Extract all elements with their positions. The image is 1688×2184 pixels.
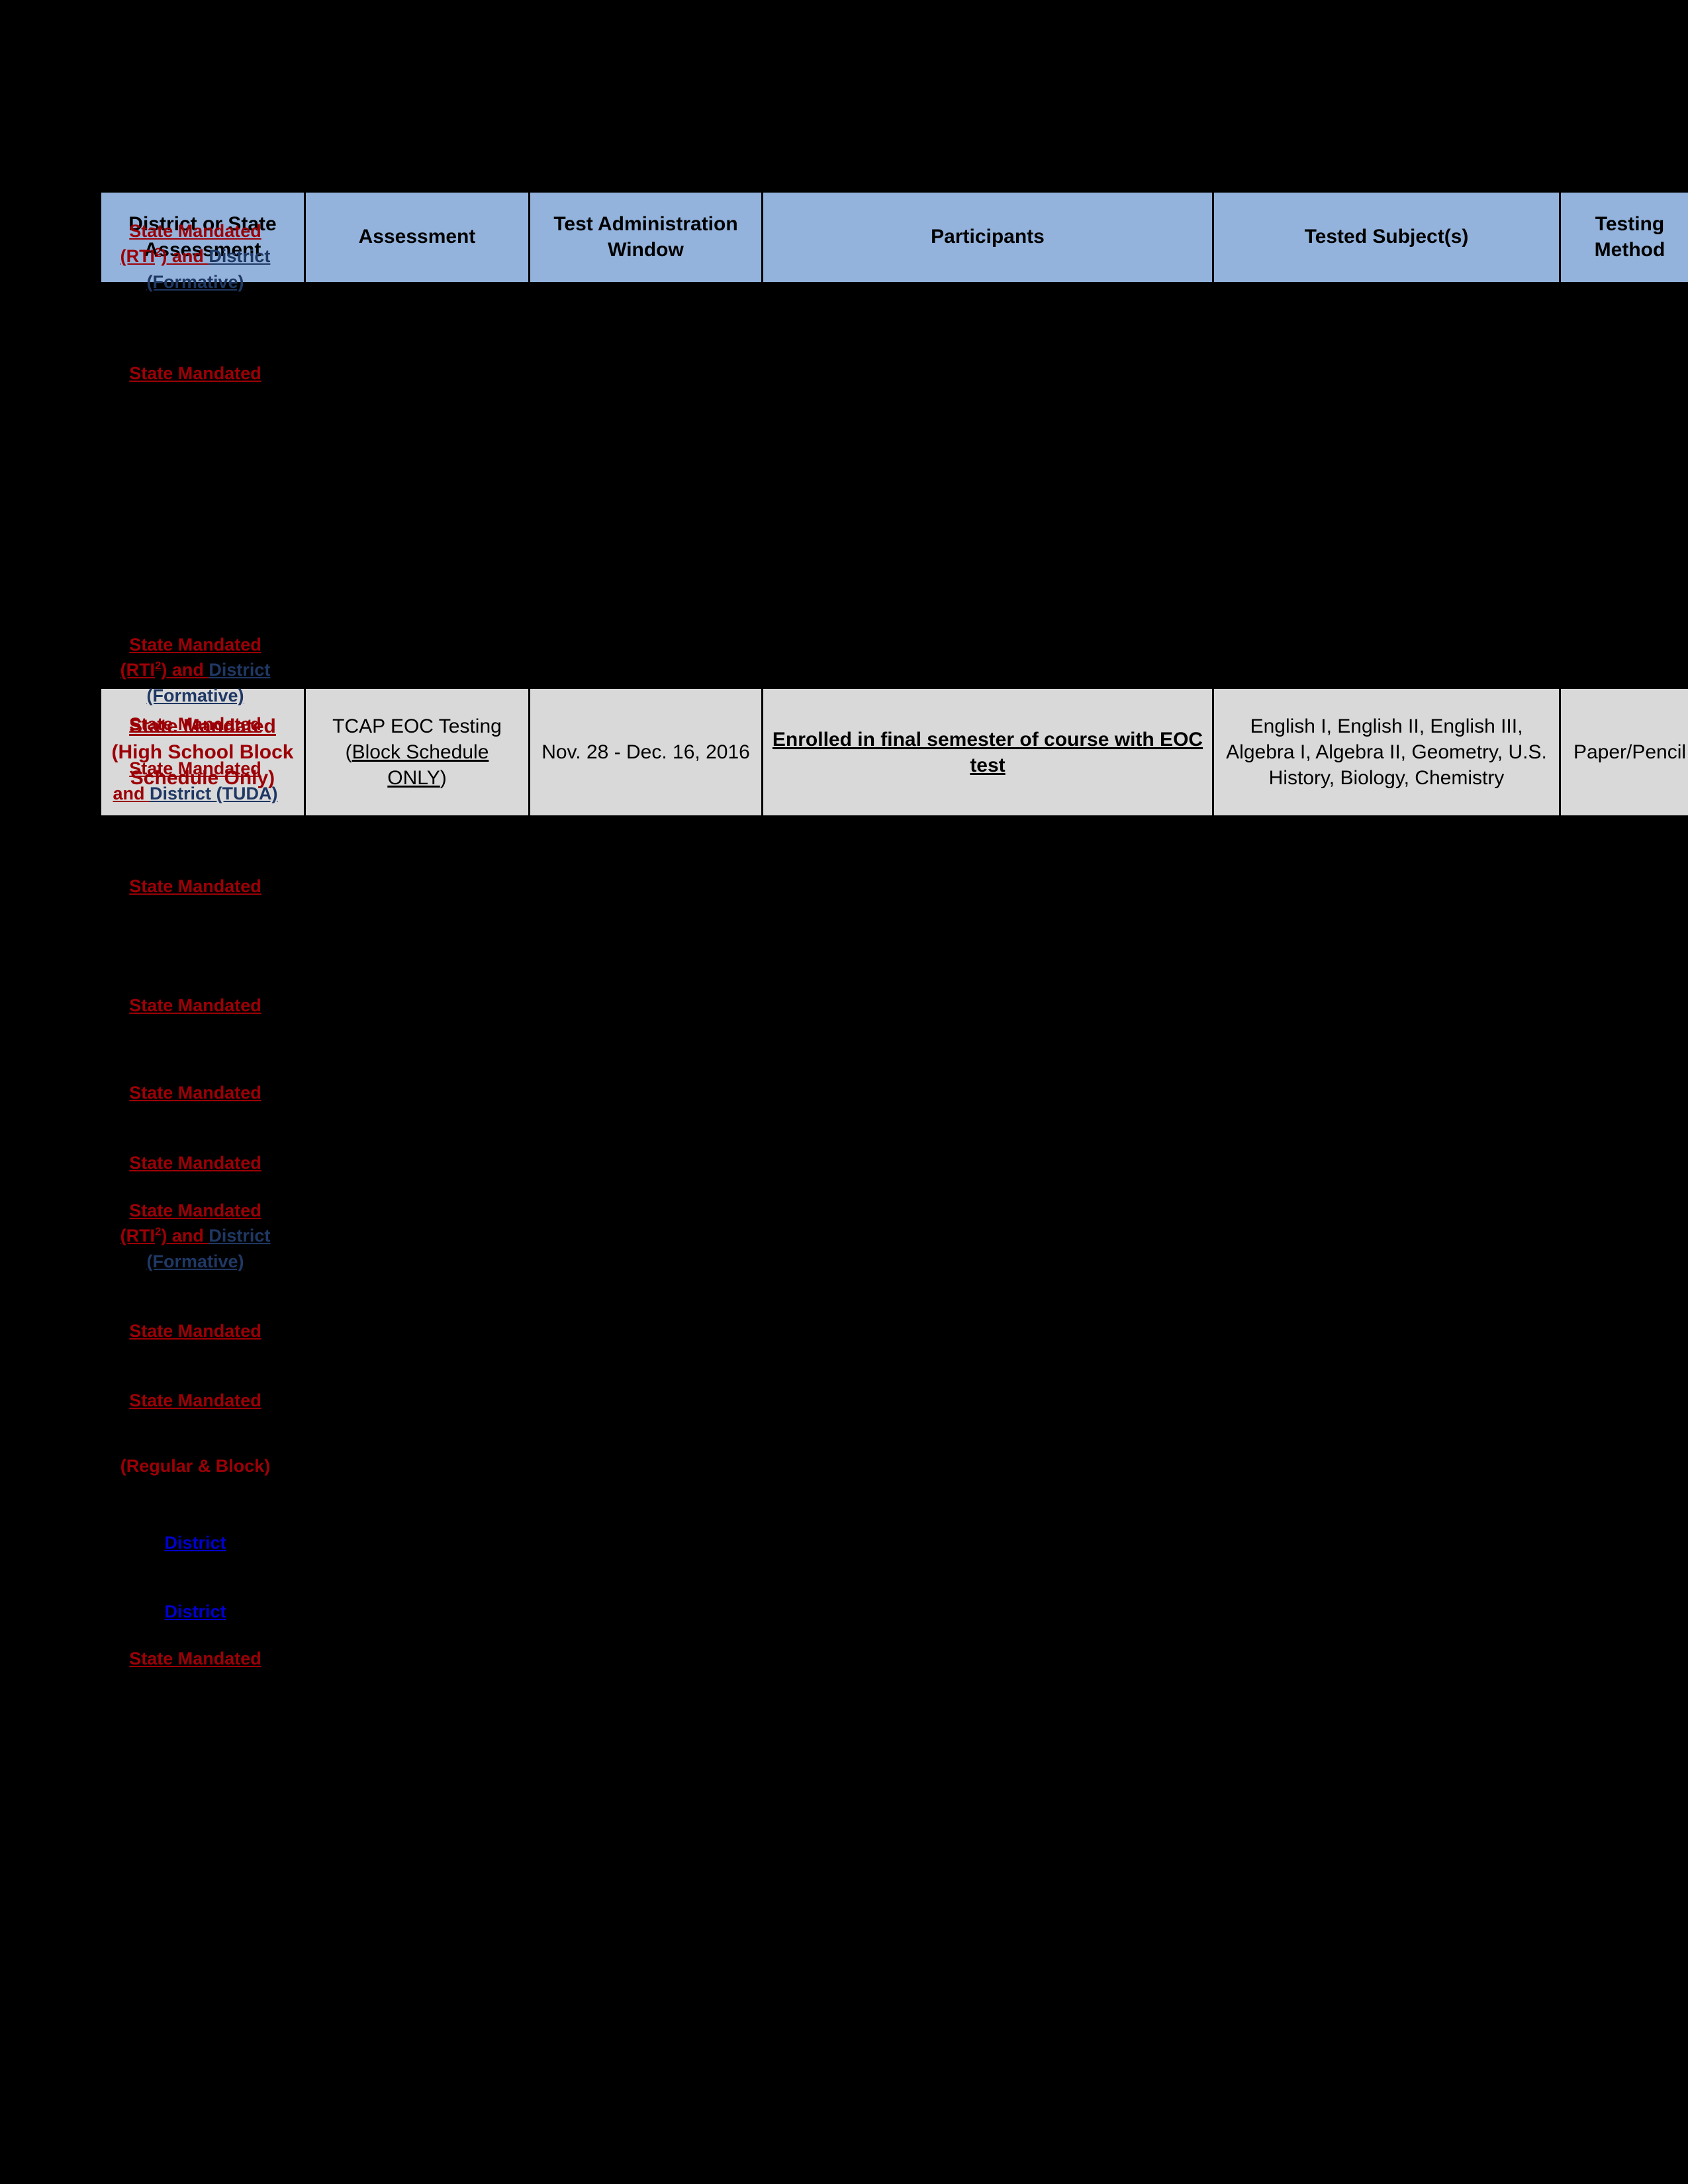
fragment-state-mandated-rti-district-formative: State Mandated (RTI2) and District (Form… <box>99 218 291 295</box>
assessment-paren-open: ( <box>345 741 352 763</box>
fragment-state-mandated: State Mandated <box>99 1646 291 1671</box>
state-mandated-label: State Mandated <box>129 758 261 778</box>
cell-participants: Enrolled in final semester of course wit… <box>761 687 1214 817</box>
state-mandated-label: State Mandated <box>129 221 261 241</box>
state-mandated-label: State Mandated <box>129 635 261 655</box>
column-header-test-administration-window: Test Administration Window <box>528 191 763 284</box>
rti-close-and: ) and <box>161 246 209 267</box>
cell-assessment: TCAP EOC Testing (Block Schedule ONLY) <box>304 687 530 817</box>
state-mandated-label: State Mandated <box>129 363 261 383</box>
assessment-paren-close: ) <box>440 767 447 789</box>
state-mandated-label: State Mandated <box>129 1083 261 1103</box>
fragment-state-mandated-and-district-tuda: State Mandated and District (TUDA) <box>99 756 291 807</box>
cell-testing-method: Paper/Pencil <box>1559 687 1688 817</box>
district-tuda-label: District (TUDA) <box>150 784 278 804</box>
column-header-assessment: Assessment <box>304 191 530 284</box>
page-canvas: District or State Assessment Assessment … <box>0 0 1688 2184</box>
rti-open-paren: (RTI <box>120 246 156 267</box>
column-header-tested-subjects: Tested Subject(s) <box>1212 191 1561 284</box>
district-label: District <box>164 1602 226 1621</box>
fragment-regular-and-block: (Regular & Block) <box>99 1453 291 1479</box>
rti-superscript: 2 <box>155 246 162 259</box>
state-mandated-label: State Mandated <box>129 1321 261 1341</box>
table-header-row: District or State Assessment Assessment … <box>99 191 1688 284</box>
fragment-state-mandated: State Mandated <box>99 1388 291 1413</box>
state-mandated-label: State Mandated <box>129 714 261 734</box>
district-label: District <box>209 246 271 267</box>
fragment-state-mandated-rti-district-formative: State Mandated (RTI2) and District (Form… <box>99 1198 291 1274</box>
formative-label: (Formative) <box>146 271 244 292</box>
district-label: District <box>164 1533 226 1553</box>
district-label: District <box>209 660 271 680</box>
and-connector: and <box>113 784 150 804</box>
rti-superscript: 2 <box>155 659 162 672</box>
rti-superscript: 2 <box>155 1225 162 1238</box>
fragment-state-mandated: State Mandated <box>99 874 291 899</box>
fragment-state-mandated: State Mandated <box>99 1150 291 1175</box>
formative-label: (Formative) <box>146 685 244 705</box>
state-mandated-label: State Mandated <box>129 1649 261 1668</box>
cell-tested-subjects: English I, English II, English III, Alge… <box>1212 687 1561 817</box>
rti-open-paren: (RTI <box>120 1226 156 1246</box>
column-header-participants: Participants <box>761 191 1214 284</box>
assessment-table-data: State Mandated (High School Block Schedu… <box>99 687 1688 817</box>
assessment-only-label: ONLY <box>387 767 440 789</box>
state-mandated-label: State Mandated <box>129 1153 261 1173</box>
fragment-state-mandated: State Mandated <box>99 361 291 386</box>
fragment-state-mandated: State Mandated <box>99 1080 291 1105</box>
state-mandated-label: State Mandated <box>129 876 261 896</box>
rti-open-paren: (RTI <box>120 660 156 680</box>
formative-label: (Formative) <box>146 1251 244 1271</box>
fragment-state-mandated: State Mandated <box>99 711 291 737</box>
assessment-name: TCAP EOC Testing <box>332 715 502 737</box>
state-mandated-label: State Mandated <box>129 995 261 1015</box>
fragment-state-mandated-rti-district-formative: State Mandated (RTI2) and District (Form… <box>99 632 291 708</box>
rti-close-and: ) and <box>161 660 209 680</box>
assessment-table-header: District or State Assessment Assessment … <box>99 191 1688 284</box>
table-row: State Mandated (High School Block Schedu… <box>99 687 1688 817</box>
assessment-block-schedule-label: Block Schedule <box>352 741 489 763</box>
fragment-state-mandated: State Mandated <box>99 993 291 1018</box>
participants-text: Enrolled in final semester of course wit… <box>772 728 1203 776</box>
fragment-district: District <box>99 1530 291 1555</box>
cell-test-administration-window: Nov. 28 - Dec. 16, 2016 <box>528 687 763 817</box>
state-mandated-label: State Mandated <box>129 1390 261 1410</box>
column-header-testing-method: Testing Method <box>1559 191 1688 284</box>
rti-close-and: ) and <box>161 1226 209 1246</box>
regular-block-note: (Regular & Block) <box>120 1456 271 1476</box>
district-label: District <box>209 1226 271 1246</box>
state-mandated-label: State Mandated <box>129 1201 261 1220</box>
fragment-state-mandated: State Mandated <box>99 1318 291 1343</box>
fragment-district: District <box>99 1599 291 1624</box>
